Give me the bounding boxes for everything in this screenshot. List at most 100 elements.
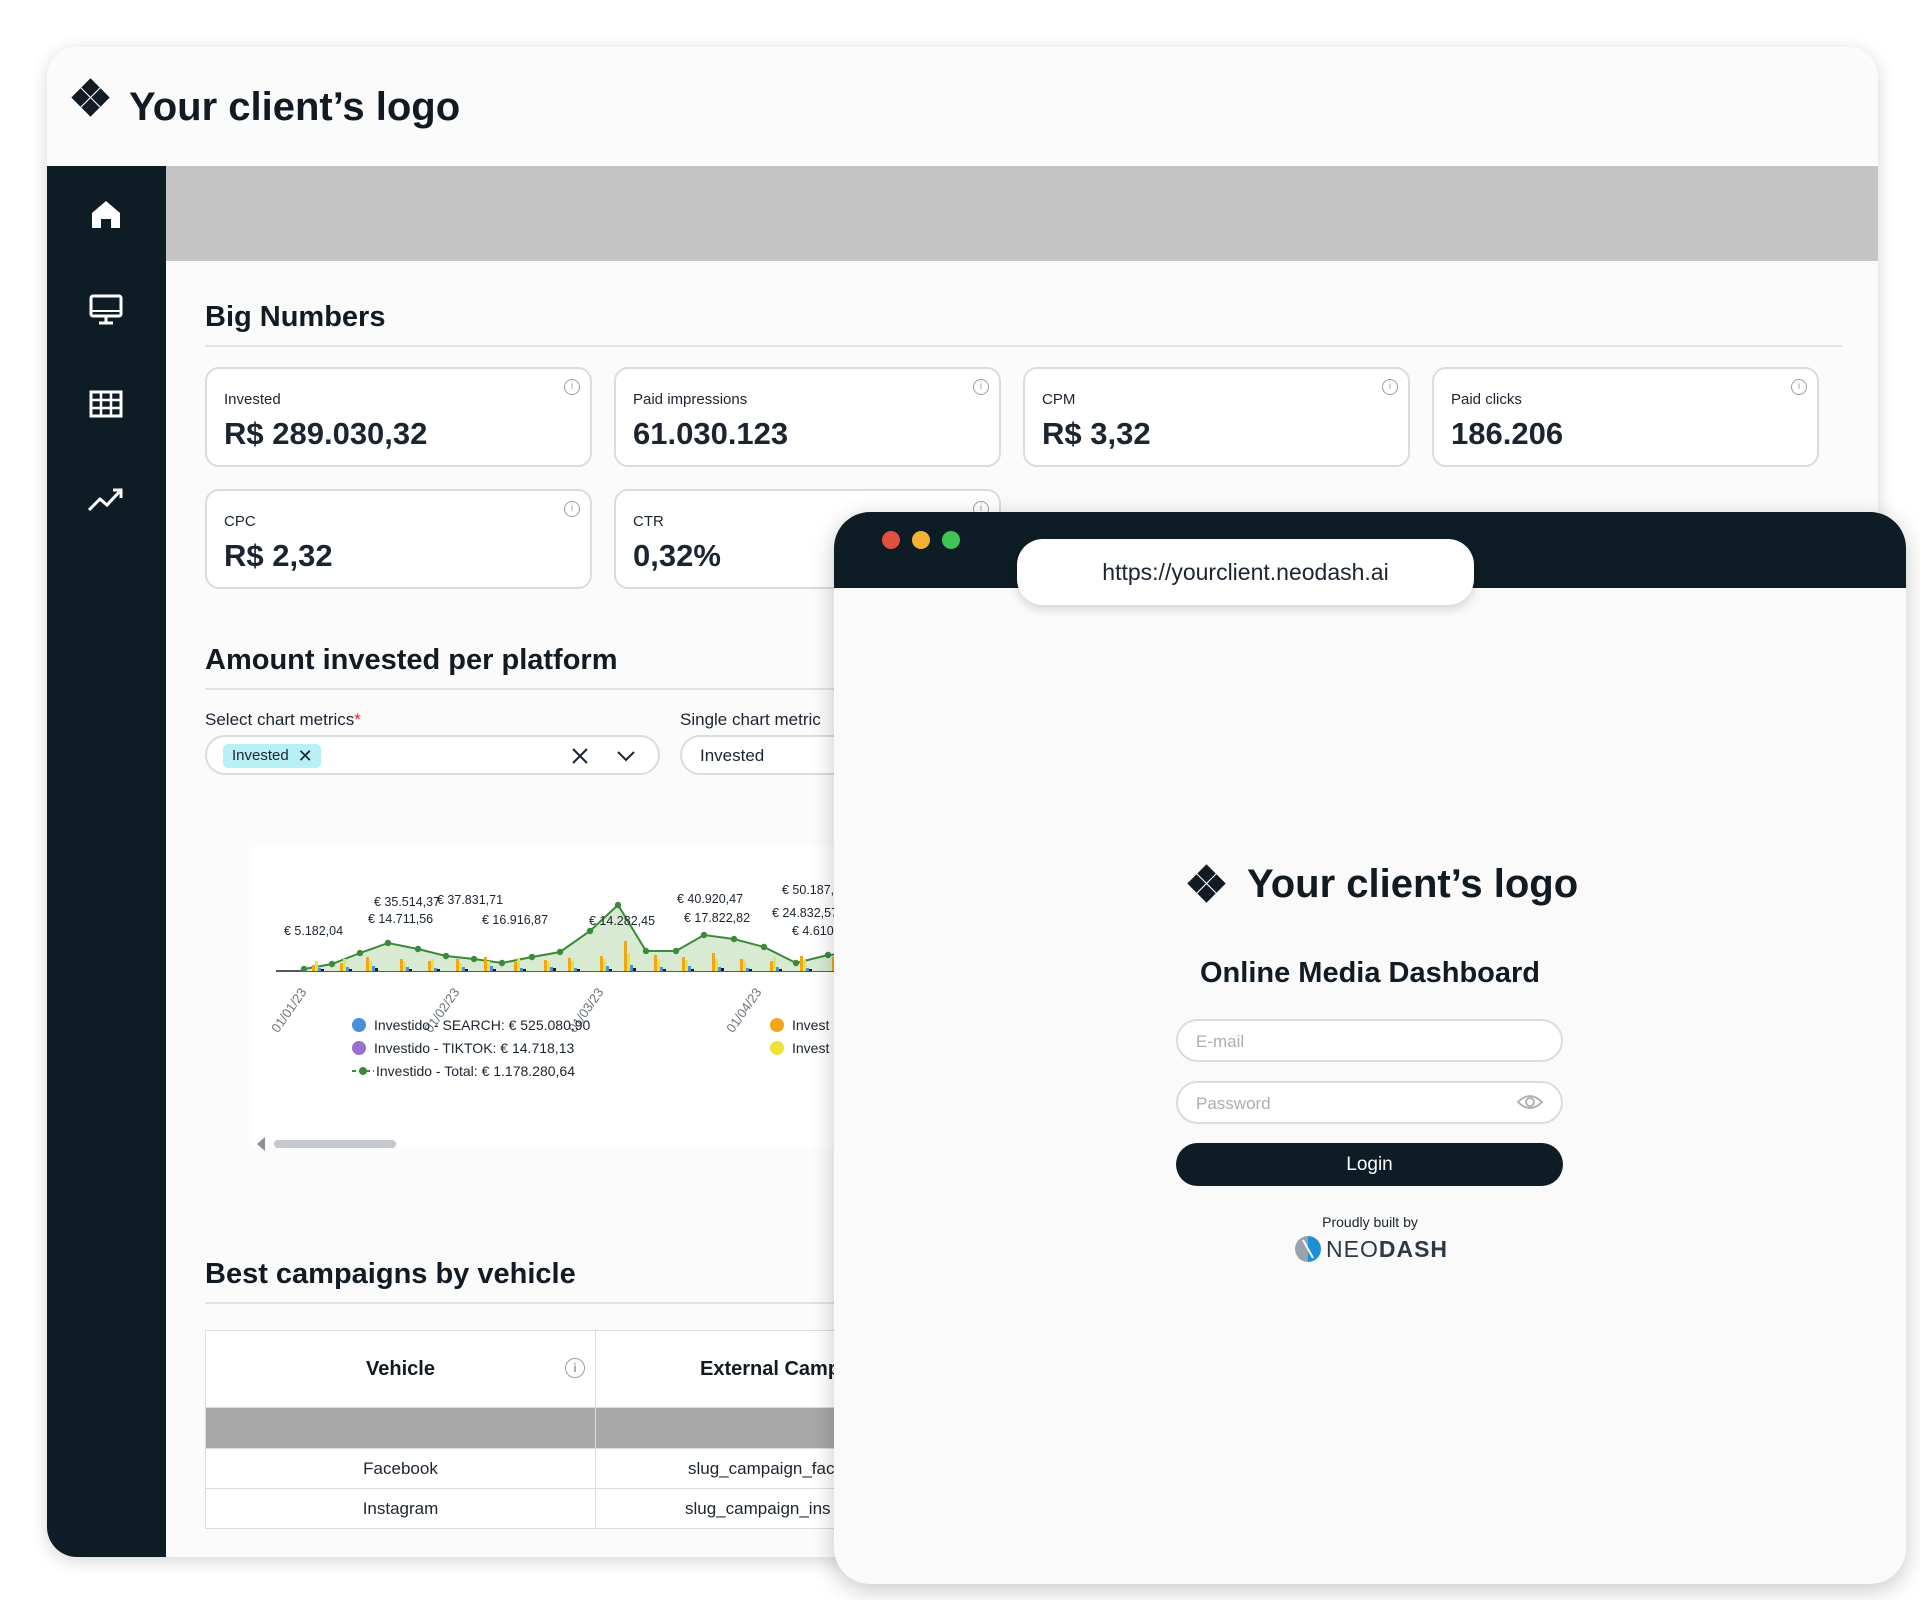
nav-home[interactable]	[83, 191, 129, 237]
legend-label: Investido - TIKTOK: € 14.718,13	[374, 1040, 575, 1056]
login-title: Online Media Dashboard	[1200, 957, 1540, 989]
data-label: € 40.920,47	[677, 892, 743, 906]
info-icon[interactable]: i	[1791, 379, 1807, 395]
selected-metric-chip: Invested ✕	[223, 744, 321, 768]
grid-table-icon	[89, 390, 123, 418]
metric-label: Paid impressions	[633, 391, 748, 408]
data-bar	[574, 968, 577, 971]
data-label: € 35.514,37	[374, 895, 440, 909]
maximize-window-dot[interactable]	[942, 531, 960, 549]
horizontal-scrollbar[interactable]	[274, 1140, 396, 1148]
legend-item-partial-2[interactable]: Invest	[770, 1040, 829, 1056]
info-icon[interactable]: i	[1382, 379, 1398, 395]
legend-line-total-icon	[352, 1067, 374, 1075]
data-bar	[544, 960, 547, 971]
data-bar	[743, 961, 746, 971]
legend-item-search[interactable]: Investido - SEARCH: € 525.080,90	[352, 1017, 590, 1033]
data-bar	[770, 961, 773, 971]
total-point	[300, 965, 308, 973]
metric-label: Paid clicks	[1451, 391, 1522, 408]
data-bar	[627, 953, 630, 971]
legend-item-partial-1[interactable]: Invest	[770, 1017, 829, 1033]
address-bar[interactable]: https://yourclient.neodash.ai	[1017, 539, 1474, 605]
data-bar	[606, 966, 609, 971]
scroll-left-arrow-icon[interactable]	[257, 1137, 265, 1151]
email-placeholder: E-mail	[1196, 1032, 1245, 1051]
data-bar	[321, 969, 324, 971]
data-bar	[800, 956, 803, 971]
single-chart-metric-value: Invested	[700, 746, 765, 765]
metric-card-cpm: CPM R$ 3,32 i	[1023, 367, 1410, 467]
total-point	[730, 935, 738, 943]
neodash-logo: NEODASH	[1294, 1234, 1447, 1264]
chip-remove-icon[interactable]: ✕	[298, 744, 313, 768]
info-icon[interactable]: i	[565, 1358, 585, 1378]
data-bar	[685, 960, 688, 971]
home-icon	[92, 201, 120, 228]
legend-dot-tiktok	[352, 1041, 366, 1055]
data-bar	[568, 958, 571, 971]
info-icon[interactable]: i	[564, 379, 580, 395]
clear-icon[interactable]	[570, 746, 590, 766]
metric-value: R$ 3,32	[1042, 416, 1151, 451]
dashboard-header: Your client’s logo	[47, 47, 1878, 165]
data-bar	[663, 969, 666, 971]
data-bar	[372, 966, 375, 971]
nav-table[interactable]	[83, 381, 129, 427]
email-field[interactable]: E-mail	[1176, 1019, 1563, 1062]
nav-monitor[interactable]	[83, 286, 129, 332]
single-chart-metric-label: Single chart metric	[680, 710, 821, 729]
data-bar	[715, 959, 718, 971]
chart-metrics-multiselect[interactable]: Invested ✕	[205, 735, 660, 775]
data-bar	[577, 969, 580, 971]
table-cell: Facebook	[205, 1448, 596, 1489]
info-icon[interactable]: i	[564, 501, 580, 517]
close-window-dot[interactable]	[882, 531, 900, 549]
data-label: € 5.182,04	[284, 924, 343, 938]
data-bar	[369, 961, 372, 971]
data-label: € 14.282,45	[589, 914, 655, 928]
data-bar	[553, 968, 556, 971]
data-bar	[691, 969, 694, 971]
column-header-vehicle[interactable]: Vehicle i	[205, 1330, 596, 1408]
total-point	[760, 943, 768, 951]
logo-mark-icon	[1187, 864, 1226, 903]
data-bar	[809, 969, 812, 971]
neodash-dash: DASH	[1378, 1236, 1449, 1262]
data-bar	[740, 959, 743, 971]
eye-icon[interactable]	[1517, 1093, 1543, 1111]
data-bar	[520, 968, 523, 971]
metric-card-cpc: CPC R$ 2,32 i	[205, 489, 592, 589]
neodash-wordmark: NEODASH	[1326, 1236, 1448, 1263]
total-point	[356, 949, 364, 957]
data-bar	[806, 968, 809, 971]
data-bar	[773, 957, 776, 971]
login-button[interactable]: Login	[1176, 1143, 1563, 1186]
data-bar	[712, 953, 715, 971]
logo-mark-icon	[71, 78, 110, 117]
info-icon[interactable]: i	[973, 379, 989, 395]
legend-item-total[interactable]: Investido - Total: € 1.178.280,64	[352, 1063, 575, 1079]
data-bar	[312, 965, 315, 971]
metric-value: R$ 2,32	[224, 538, 333, 573]
nav-trends[interactable]	[83, 476, 129, 522]
data-bar	[400, 959, 403, 971]
legend-item-tiktok[interactable]: Investido - TIKTOK: € 14.718,13	[352, 1040, 574, 1056]
data-label: € 16.916,87	[482, 913, 548, 927]
data-bar	[437, 969, 440, 971]
total-point	[414, 945, 422, 953]
password-field[interactable]: Password	[1176, 1081, 1563, 1124]
best-campaigns-title: Best campaigns by vehicle	[205, 1258, 576, 1290]
data-bar	[346, 967, 349, 971]
data-bar	[493, 969, 496, 971]
select-chart-metrics-label-text: Select chart metrics	[205, 710, 355, 729]
minimize-window-dot[interactable]	[912, 531, 930, 549]
metric-label: CTR	[633, 513, 664, 530]
login-window: https://yourclient.neodash.ai Your clien…	[834, 512, 1906, 1584]
x-tick-label: 01/04/23	[723, 985, 764, 1035]
monitor-icon	[89, 294, 123, 325]
chevron-down-icon[interactable]	[615, 747, 637, 765]
total-point	[672, 947, 680, 955]
total-point	[586, 927, 594, 935]
data-bar	[682, 957, 685, 971]
